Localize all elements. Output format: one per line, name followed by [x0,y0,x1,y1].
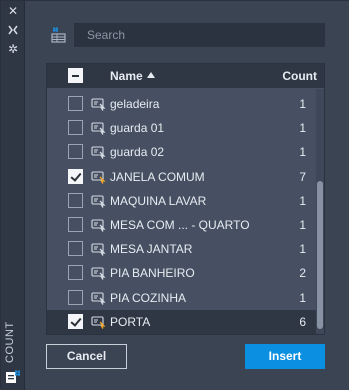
search-input[interactable] [74,23,325,47]
row-checkbox[interactable] [68,289,83,305]
block-icon [91,120,106,136]
block-icon [91,290,106,305]
row-checkbox[interactable] [68,313,83,329]
block-count: 1 [299,121,306,136]
block-count: 1 [299,145,306,160]
list-item[interactable]: MAQUINA LAVAR 1 [47,189,316,213]
block-name: guarda 01 [110,121,165,136]
collapse-icon[interactable] [6,23,20,37]
palette-title-strip: ✕ ✲ COUNT [1,1,25,390]
settings-icon[interactable]: ✲ [6,42,20,56]
list-item[interactable]: PIA BANHEIRO 2 [47,261,316,285]
block-highlight-icon [91,314,106,329]
block-count: 1 [299,242,306,257]
block-count: 2 [299,266,306,281]
sort-ascending-icon[interactable] [147,72,155,78]
block-count: 1 [299,290,306,305]
block-name: MESA COM ... - QUARTO [110,217,250,232]
block-icon [91,265,106,281]
row-checkbox[interactable] [68,216,83,232]
block-count-list: Name Count geladeira 1 guarda 01 1 guarda 02… [46,63,325,335]
list-item[interactable]: geladeira 1 [47,92,316,116]
list-item[interactable]: MESA COM ... - QUARTO 1 [47,213,316,237]
block-name: PIA BANHEIRO [110,266,195,281]
cancel-button[interactable]: Cancel [46,344,127,369]
block-icon [91,96,106,111]
block-icon [91,144,106,160]
block-count: 7 [299,169,306,184]
name-column-header[interactable]: Name [110,69,143,83]
select-all-checkbox[interactable] [68,68,83,83]
insert-button[interactable]: Insert [245,344,325,369]
block-highlight-icon [91,169,106,184]
block-icon [91,217,106,232]
block-icon [91,241,106,256]
count-palette-icon [5,369,21,385]
block-name: JANELA COMUM [110,169,205,184]
count-palette: ✕ ✲ COUNT Search Name Count geladeira 1 … [0,0,349,390]
block-name: MESA JANTAR [110,242,193,257]
list-scrollbar[interactable] [316,89,324,334]
row-checkbox[interactable] [68,96,83,111]
block-count: 1 [299,97,306,111]
count-table-icon[interactable] [50,26,68,44]
close-icon[interactable]: ✕ [6,4,20,18]
block-icon [91,193,106,208]
list-item[interactable]: guarda 01 1 [47,116,316,140]
list-rows: geladeira 1 guarda 01 1 guarda 02 1 JANELA COM… [47,92,316,334]
block-name: guarda 02 [110,145,165,160]
block-count: 1 [299,217,306,232]
row-checkbox[interactable] [68,192,83,208]
block-name: geladeira [110,97,160,111]
block-count: 1 [299,193,306,208]
block-name: PIA COZINHA [110,290,187,305]
list-item[interactable]: JANELA COMUM 7 [47,165,316,189]
row-checkbox[interactable] [68,168,83,184]
count-column-header[interactable]: Count [282,69,317,83]
list-item[interactable]: PORTA 6 [47,309,316,334]
row-checkbox[interactable] [68,144,83,160]
palette-main: Name Count geladeira1guarda 011guarda 02… [26,1,349,390]
block-name: MAQUINA LAVAR [110,193,207,208]
list-item[interactable]: PIA COZINHA 1 [47,286,316,310]
scrollbar-thumb[interactable] [317,181,323,329]
list-item[interactable]: MESA JANTAR 1 [47,237,316,261]
search-row [26,21,349,49]
block-count: 6 [299,314,306,329]
row-checkbox[interactable] [68,265,83,281]
row-checkbox[interactable] [68,241,83,257]
row-checkbox[interactable] [68,120,83,136]
palette-title: COUNT [4,321,16,363]
list-item[interactable]: guarda 02 1 [47,140,316,164]
list-header: Name Count [47,64,324,88]
block-name: PORTA [110,314,151,329]
